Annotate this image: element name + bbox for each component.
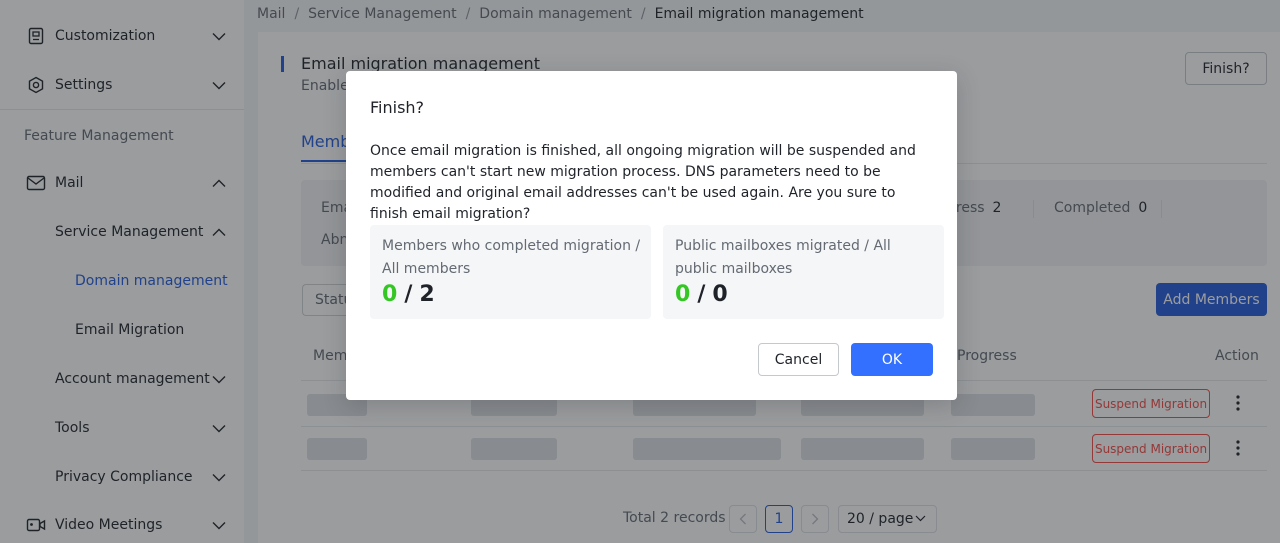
ok-button[interactable]: OK <box>851 343 933 376</box>
mailboxes-migrated-caption: Public mailboxes migrated / All public m… <box>675 238 891 277</box>
mailboxes-total-count: 0 <box>712 282 728 307</box>
finish-migration-dialog: Finish? Once email migration is finished… <box>346 71 957 400</box>
cancel-button[interactable]: Cancel <box>758 343 839 376</box>
dialog-title: Finish? <box>370 98 425 117</box>
mailboxes-migrated-card: Public mailboxes migrated / All public m… <box>663 225 944 319</box>
members-migrated-caption: Members who completed migration / All me… <box>382 238 641 277</box>
members-migrated-card: Members who completed migration / All me… <box>370 225 651 319</box>
value-separator: / <box>697 282 706 307</box>
members-migrated-value: 0/2 <box>382 282 435 307</box>
dialog-message: Once email migration is finished, all on… <box>370 143 916 222</box>
mailboxes-migrated-value: 0/0 <box>675 282 728 307</box>
mailboxes-done-count: 0 <box>675 282 691 307</box>
members-total-count: 2 <box>419 282 435 307</box>
value-separator: / <box>404 282 413 307</box>
members-done-count: 0 <box>382 282 398 307</box>
